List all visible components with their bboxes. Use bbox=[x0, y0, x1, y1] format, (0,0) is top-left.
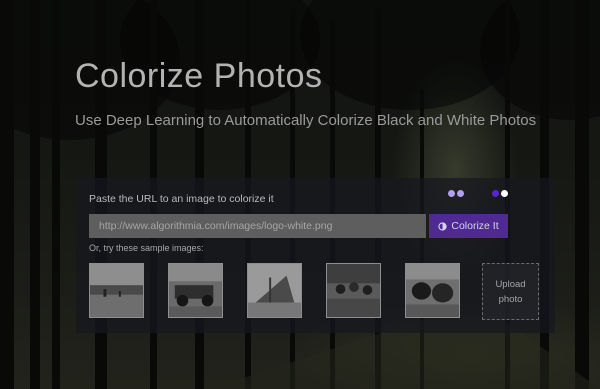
upload-photo-label: Upload photo bbox=[495, 278, 526, 305]
dot-icon bbox=[501, 190, 508, 197]
sample-street-crowd-photo[interactable] bbox=[326, 263, 381, 318]
image-url-input[interactable] bbox=[89, 214, 426, 238]
dot-icon bbox=[457, 190, 464, 197]
url-instruction-label: Paste the URL to an image to colorize it bbox=[89, 193, 274, 205]
sample-beach-photo[interactable] bbox=[89, 263, 144, 318]
colorize-button[interactable]: Colorize It bbox=[429, 214, 508, 238]
half-circle-icon bbox=[438, 221, 447, 231]
dot-icon bbox=[492, 190, 499, 197]
sample-vintage-car-photo[interactable] bbox=[168, 263, 223, 318]
sample-boat-photo[interactable] bbox=[247, 263, 302, 318]
colorize-panel: Paste the URL to an image to colorize it… bbox=[76, 178, 555, 333]
colorize-button-label: Colorize It bbox=[451, 220, 499, 232]
page-subtitle: Use Deep Learning to Automatically Color… bbox=[75, 112, 537, 129]
upload-photo-button[interactable]: Upload photo bbox=[482, 263, 539, 320]
sample-cows-photo[interactable] bbox=[405, 263, 460, 318]
page-title: Colorize Photos bbox=[75, 57, 323, 95]
dot-icon bbox=[448, 190, 455, 197]
sample-images-label: Or, try these sample images: bbox=[89, 243, 204, 253]
left-dots-icon bbox=[448, 190, 464, 197]
right-dots-icon bbox=[492, 190, 508, 197]
